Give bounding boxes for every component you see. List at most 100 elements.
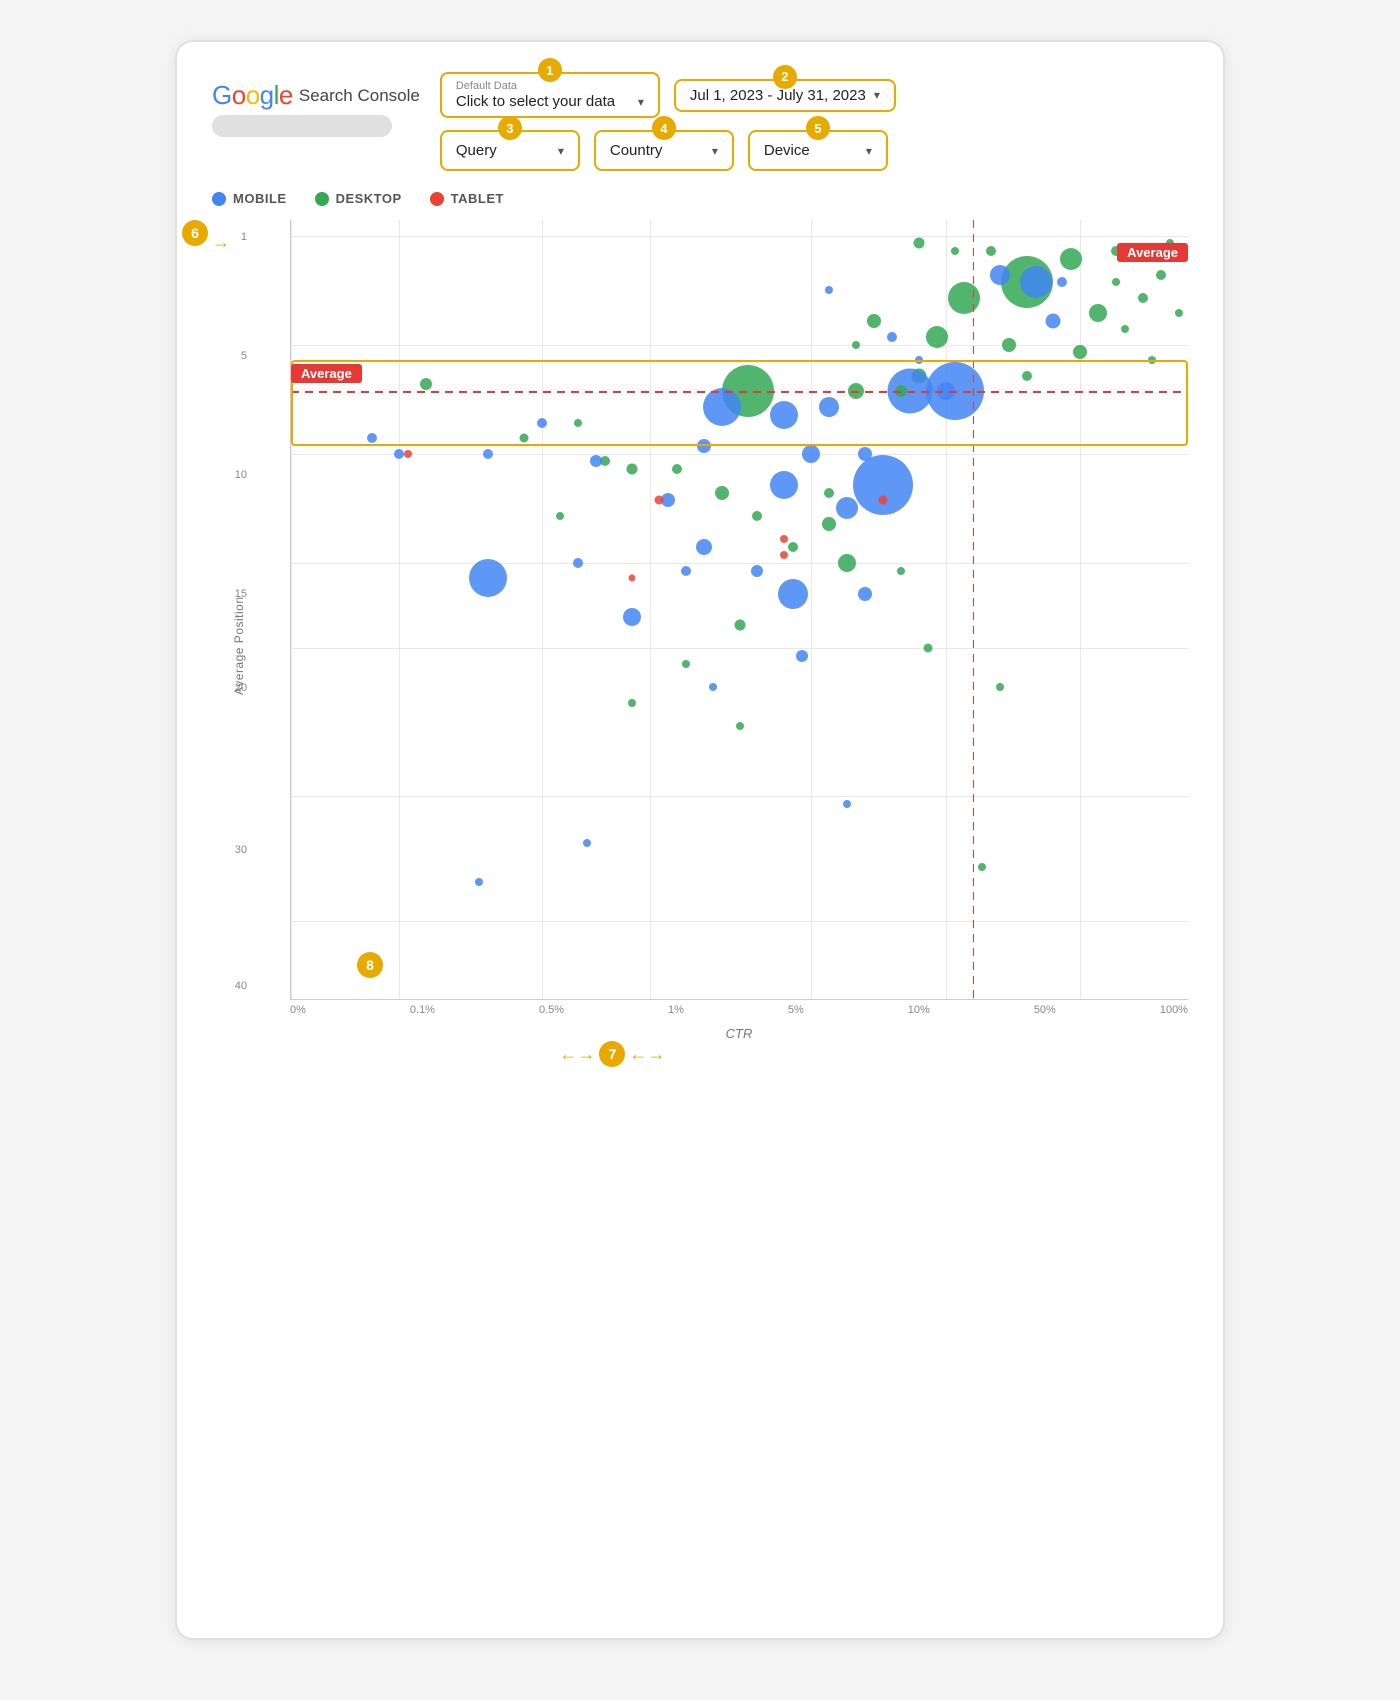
bubble-50 (838, 554, 856, 572)
x-tick-0: 0% (290, 1004, 306, 1016)
bubble-78 (736, 722, 744, 730)
right-arrow-icon: ←→ (629, 1044, 665, 1065)
bubble-18 (697, 439, 711, 453)
bubble-33 (367, 433, 377, 443)
avg-h-line (291, 391, 1188, 393)
mobile-dot (212, 192, 226, 206)
bubble-75 (923, 644, 932, 653)
bubble-54 (913, 238, 924, 249)
annotation-8: 8 (357, 952, 383, 978)
bubble-21 (654, 496, 663, 505)
bubble-69 (1156, 270, 1166, 280)
bubble-83 (475, 878, 483, 886)
bubble-58 (887, 332, 897, 342)
bubble-49 (858, 587, 872, 601)
country-dropdown-value: Country (610, 142, 663, 159)
header: Google Search Console 1 Default Data Cli… (212, 72, 1188, 171)
bubble-15 (770, 401, 798, 429)
bubble-64 (1073, 345, 1087, 359)
y-tick-10: 10 (235, 469, 247, 481)
bubble-24 (590, 455, 602, 467)
badge-3: 3 (498, 116, 522, 140)
bubble-2 (1089, 304, 1107, 322)
bubble-79 (628, 699, 636, 707)
date-dropdown-wrapper: 2 Jul 1, 2023 - July 31, 2023 ▾ (674, 79, 896, 112)
bubble-48 (778, 579, 808, 609)
bubble-85 (682, 660, 690, 668)
chart-legend: MOBILE DESKTOP TABLET (212, 191, 1188, 206)
data-dropdown-arrow-icon: ▾ (638, 95, 644, 109)
device-dropdown-value: Device (764, 142, 810, 159)
bubble-51 (780, 535, 788, 543)
bubble-76 (996, 683, 1004, 691)
device-dropdown-arrow-icon: ▾ (866, 144, 872, 158)
x-tick-10: 10% (908, 1004, 930, 1016)
data-dropdown-value: Click to select your data (456, 93, 615, 110)
y-tick-20: 20 (235, 682, 247, 694)
avg-v-line (973, 220, 975, 999)
header-row1: 1 Default Data Click to select your data… (440, 72, 896, 118)
data-dropdown-wrapper: 1 Default Data Click to select your data… (440, 72, 660, 118)
x-tick-100: 100% (1160, 1004, 1188, 1016)
query-dropdown-arrow-icon: ▾ (558, 144, 564, 158)
x-tick-01: 0.1% (410, 1004, 435, 1016)
bubble-43 (822, 517, 836, 531)
bubble-71 (1148, 356, 1156, 364)
bubble-74 (897, 567, 905, 575)
avg-label-left: Average (291, 364, 362, 383)
logo-area: Google Search Console (212, 72, 420, 137)
bubble-68 (1138, 293, 1148, 303)
bubble-3 (1020, 266, 1052, 298)
bubble-55 (825, 286, 833, 294)
data-dropdown-label: Default Data (456, 80, 517, 92)
bubble-59 (915, 356, 923, 364)
bubble-5 (1046, 314, 1061, 329)
bubble-32 (404, 450, 412, 458)
bubble-19 (672, 464, 682, 474)
bubble-89 (623, 608, 641, 626)
bubble-42 (836, 497, 858, 519)
bubble-7 (926, 326, 948, 348)
app-subtitle: Search Console (299, 86, 420, 106)
badge-7-area: ←→ 7 ←→ (290, 1041, 1188, 1071)
bubble-67 (1121, 325, 1129, 333)
bubble-31 (394, 449, 404, 459)
country-dropdown-arrow-icon: ▾ (712, 144, 718, 158)
badge-8-wrapper: 8 (357, 952, 383, 978)
chart-inner: Average Average (290, 220, 1188, 1000)
bubble-34 (824, 488, 834, 498)
x-axis-label: CTR (290, 1026, 1188, 1041)
y-tick-15: 15 (235, 588, 247, 600)
bubble-73 (1057, 277, 1067, 287)
bubble-72 (1175, 309, 1183, 317)
bubble-88 (573, 558, 583, 568)
query-dropdown-wrapper: 3 Query ▾ (440, 130, 580, 171)
bubble-41 (879, 496, 888, 505)
badge-5: 5 (806, 116, 830, 140)
badge-1: 1 (538, 58, 562, 82)
annotation-7: 7 (599, 1041, 625, 1067)
bubble-45 (696, 539, 712, 555)
bubble-56 (852, 341, 860, 349)
avg-label-top: Average (1117, 243, 1188, 262)
bubble-62 (1002, 338, 1016, 352)
bubble-40 (853, 455, 913, 515)
google-logo: Google (212, 80, 293, 111)
bubble-30 (420, 378, 432, 390)
date-dropdown-value: Jul 1, 2023 - July 31, 2023 (690, 87, 866, 104)
bubble-66 (1112, 278, 1120, 286)
header-controls: 1 Default Data Click to select your data… (440, 72, 1188, 171)
badge-4: 4 (652, 116, 676, 140)
bubble-61 (986, 246, 996, 256)
bubble-63 (1022, 371, 1032, 381)
tablet-dot (430, 192, 444, 206)
y-ticks: 151015203040 (212, 220, 247, 1071)
bubble-87 (796, 650, 808, 662)
bubble-44 (788, 542, 798, 552)
bubble-37 (752, 511, 762, 521)
y-tick-40: 40 (235, 980, 247, 992)
legend-tablet: TABLET (430, 191, 504, 206)
bubble-77 (709, 683, 717, 691)
x-tick-1: 1% (668, 1004, 684, 1016)
tablet-label: TABLET (451, 191, 504, 206)
